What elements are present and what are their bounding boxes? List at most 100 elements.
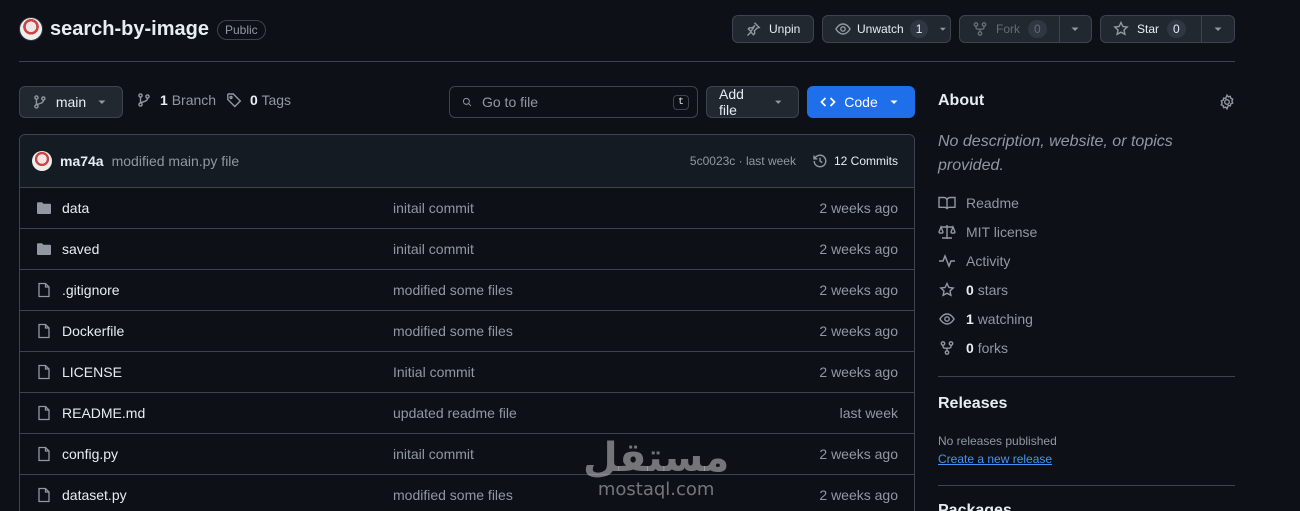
watching-link[interactable]: 1 watching [938,311,1033,327]
fork-icon [973,22,987,36]
sidebar-divider [938,485,1235,486]
file-name[interactable]: config.py [62,446,118,462]
folder-icon [37,243,51,255]
star-dropdown[interactable] [1200,16,1234,42]
table-row[interactable]: .gitignore modified some files 2 weeks ago [20,270,914,311]
eye-icon [939,313,955,325]
file-name[interactable]: data [62,200,89,216]
commit-meta[interactable]: 5c0023c · last week [690,154,796,168]
file-date: 2 weeks ago [819,446,898,462]
table-row[interactable]: README.md updated readme file last week [20,393,914,434]
file-name[interactable]: Dockerfile [62,323,124,339]
repo-owner-avatar[interactable] [19,17,43,41]
create-release-link[interactable]: Create a new release [938,452,1052,466]
commits-count: 12 Commits [833,154,898,168]
watermark: مستقل mostaql.com [583,438,729,500]
gear-icon[interactable] [1219,94,1235,110]
file-name[interactable]: .gitignore [62,282,120,298]
tags-link[interactable]: 0 Tags [226,92,291,108]
chevron-down-icon [98,100,106,104]
add-file-button[interactable]: Add file [706,86,799,118]
file-icon-wrap [36,364,52,380]
file-commit-message[interactable]: initail commit [393,241,474,257]
file-icon [38,487,50,503]
file-list: data initail commit 2 weeks ago saved initai… [20,188,914,511]
readme-label: Readme [966,195,1019,211]
repo-name[interactable]: search-by-image [50,18,209,41]
branch-icon [34,95,46,109]
file-commit-message[interactable]: Initial commit [393,364,475,380]
table-row[interactable]: saved initail commit 2 weeks ago [20,229,914,270]
activity-link[interactable]: Activity [938,253,1010,269]
about-heading: About [938,92,985,109]
forks-link[interactable]: 0 forks [938,340,1008,356]
branch-icon [138,93,150,107]
tag-icon [227,93,242,108]
file-icon-wrap [36,446,52,462]
unwatch-button[interactable]: Unwatch 1 [822,15,951,43]
file-icon [38,446,50,462]
sidebar-divider [938,376,1235,377]
stars-link[interactable]: 0 stars [938,282,1008,298]
fork-dropdown[interactable] [1058,16,1091,42]
table-row[interactable]: config.py initail commit 2 weeks ago [20,434,914,475]
file-name[interactable]: LICENSE [62,364,122,380]
commit-message[interactable]: modified main.py file [112,153,240,169]
go-to-file-search[interactable]: t [449,86,698,118]
commits-link[interactable]: 12 Commits [812,153,898,169]
table-row[interactable]: Dockerfile modified some files 2 weeks ago [20,311,914,352]
branches-link[interactable]: 1 Branch [136,92,216,108]
file-commit-message[interactable]: modified some files [393,323,513,339]
file-name[interactable]: README.md [62,405,145,421]
license-link[interactable]: MIT license [938,224,1037,240]
file-name[interactable]: saved [62,241,99,257]
activity-label: Activity [966,253,1011,269]
folder-icon-wrap [36,241,52,257]
shortcut-hint: t [672,94,689,110]
commit-author[interactable]: ma74a [60,153,104,169]
file-icon-wrap [36,487,52,503]
file-date: 2 weeks ago [819,364,898,380]
unpin-button[interactable]: Unpin [732,15,814,43]
file-commit-message[interactable]: modified some files [393,487,513,503]
branch-select-button[interactable]: main [19,86,123,118]
table-row[interactable]: data initail commit 2 weeks ago [20,188,914,229]
code-button[interactable]: Code [807,86,915,118]
avatar[interactable] [32,151,52,171]
file-commit-message[interactable]: modified some files [393,282,513,298]
file-commit-message[interactable]: initail commit [393,446,474,462]
visibility-badge: Public [217,20,266,40]
file-name[interactable]: dataset.py [62,487,127,503]
releases-heading[interactable]: Releases [938,395,1007,413]
chevron-down-icon [1214,27,1222,31]
star-count: 0 [1167,20,1186,38]
file-icon [38,323,50,339]
stars-label: stars [977,282,1009,298]
fork-count: 0 [1028,20,1047,38]
readme-link[interactable]: Readme [938,195,1019,211]
folder-icon [37,202,51,214]
file-commit-message[interactable]: updated readme file [393,405,517,421]
about-description: No description, website, or topics provi… [938,133,1173,174]
table-row[interactable]: LICENSE Initial commit 2 weeks ago [20,352,914,393]
chevron-down-icon [940,27,947,31]
star-button[interactable]: Star 0 [1100,15,1235,43]
unwatch-label: Unwatch [857,22,904,36]
file-commit-message[interactable]: initail commit [393,200,474,216]
file-date: last week [839,405,898,421]
unpin-label: Unpin [769,22,801,36]
pin-icon [747,22,761,36]
go-to-file-input[interactable] [481,94,663,110]
chevron-down-icon [1071,27,1079,31]
watch-count: 1 [909,20,929,38]
fork-icon [940,341,954,355]
packages-heading[interactable]: Packages [938,502,1012,511]
file-icon-wrap [36,323,52,339]
watching-count: 1 [966,311,974,327]
file-date: 2 weeks ago [819,487,898,503]
file-date: 2 weeks ago [819,241,898,257]
table-row[interactable]: dataset.py modified some files 2 weeks ago [20,475,914,511]
fork-button[interactable]: Fork 0 [959,15,1092,43]
file-icon-wrap [36,405,52,421]
file-date: 2 weeks ago [819,200,898,216]
